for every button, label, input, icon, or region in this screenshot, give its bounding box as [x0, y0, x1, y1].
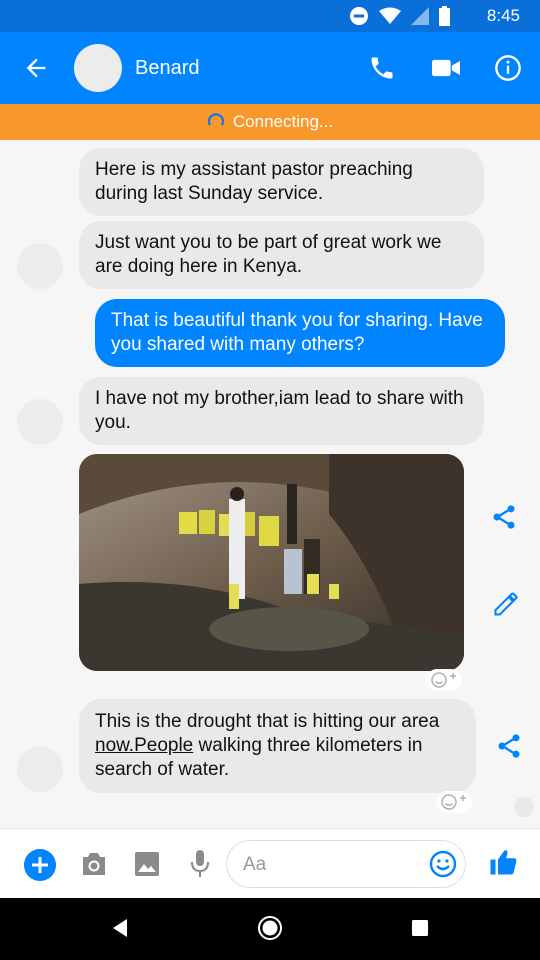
video-camera-icon[interactable]	[432, 56, 460, 80]
signal-icon	[411, 7, 429, 25]
spinner-icon	[207, 113, 224, 126]
edit-pencil-icon[interactable]	[492, 590, 520, 618]
share-icon[interactable]	[490, 503, 518, 531]
sender-avatar[interactable]	[17, 243, 63, 289]
wifi-icon	[379, 7, 401, 24]
message-text: This is the drought that is hitting our …	[95, 711, 440, 732]
sender-avatar[interactable]	[17, 746, 63, 792]
drought-water-photo	[79, 454, 464, 671]
back-arrow-icon[interactable]	[22, 54, 50, 82]
message-text: Just want you to be part of great work w…	[95, 232, 442, 277]
message-input-placeholder: Aa	[243, 854, 267, 875]
message-bubble[interactable]: This is the drought that is hitting our …	[79, 699, 476, 793]
message-bubble-outgoing[interactable]: That is beautiful thank you for sharing.…	[95, 299, 505, 367]
message-composer: Aa	[0, 828, 540, 899]
image-icon[interactable]	[134, 851, 160, 877]
message-link[interactable]: now.People	[95, 735, 193, 756]
status-icons	[349, 6, 450, 26]
contact-name[interactable]: Benard	[135, 57, 200, 80]
thumbs-up-icon[interactable]	[488, 847, 518, 877]
plus-icon[interactable]	[24, 849, 56, 881]
microphone-icon[interactable]	[190, 849, 210, 879]
conversation-header: Benard	[0, 32, 540, 104]
message-text: Here is my assistant pastor preaching du…	[95, 159, 413, 204]
message-bubble[interactable]: Just want you to be part of great work w…	[79, 221, 484, 289]
status-bar: 8:45	[0, 0, 540, 32]
share-icon[interactable]	[495, 732, 523, 760]
nav-home-icon[interactable]	[257, 915, 283, 941]
connection-status-text: Connecting...	[232, 112, 334, 131]
phone-icon[interactable]	[368, 54, 396, 82]
connection-banner: Connecting...	[0, 104, 540, 140]
add-reaction-icon[interactable]	[426, 669, 462, 691]
message-text: I have not my brother,iam lead to share …	[95, 388, 464, 433]
nav-back-icon[interactable]	[111, 918, 129, 938]
battery-icon	[439, 6, 450, 26]
dnd-icon	[350, 7, 368, 25]
add-reaction-icon[interactable]	[436, 791, 472, 813]
read-receipt-avatar	[514, 797, 534, 817]
shared-photo[interactable]	[79, 454, 464, 671]
nav-recents-icon[interactable]	[411, 919, 429, 937]
info-icon[interactable]	[494, 54, 522, 82]
message-bubble[interactable]: I have not my brother,iam lead to share …	[79, 377, 484, 445]
message-text: That is beautiful thank you for sharing.…	[111, 310, 483, 355]
status-time: 8:45	[486, 6, 520, 25]
sender-avatar[interactable]	[17, 399, 63, 445]
camera-icon[interactable]	[80, 851, 108, 877]
contact-avatar[interactable]	[74, 44, 122, 92]
message-bubble[interactable]: Here is my assistant pastor preaching du…	[79, 148, 484, 216]
emoji-icon[interactable]	[429, 850, 457, 878]
system-navigation-bar	[0, 898, 540, 960]
message-input[interactable]: Aa	[226, 840, 466, 888]
